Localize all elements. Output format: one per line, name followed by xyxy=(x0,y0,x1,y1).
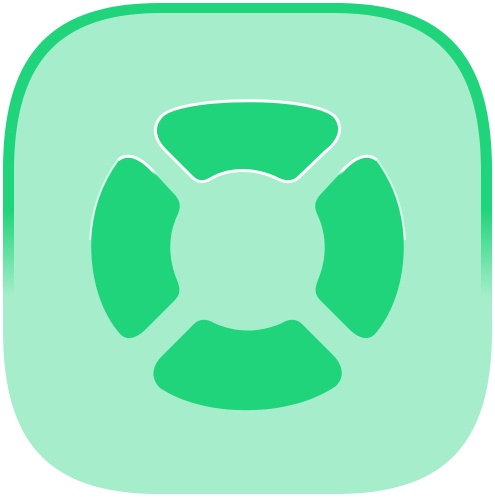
app-icon-stage xyxy=(0,0,495,497)
icon-tile-inner xyxy=(14,13,481,484)
lifebuoy-icon xyxy=(3,3,492,494)
